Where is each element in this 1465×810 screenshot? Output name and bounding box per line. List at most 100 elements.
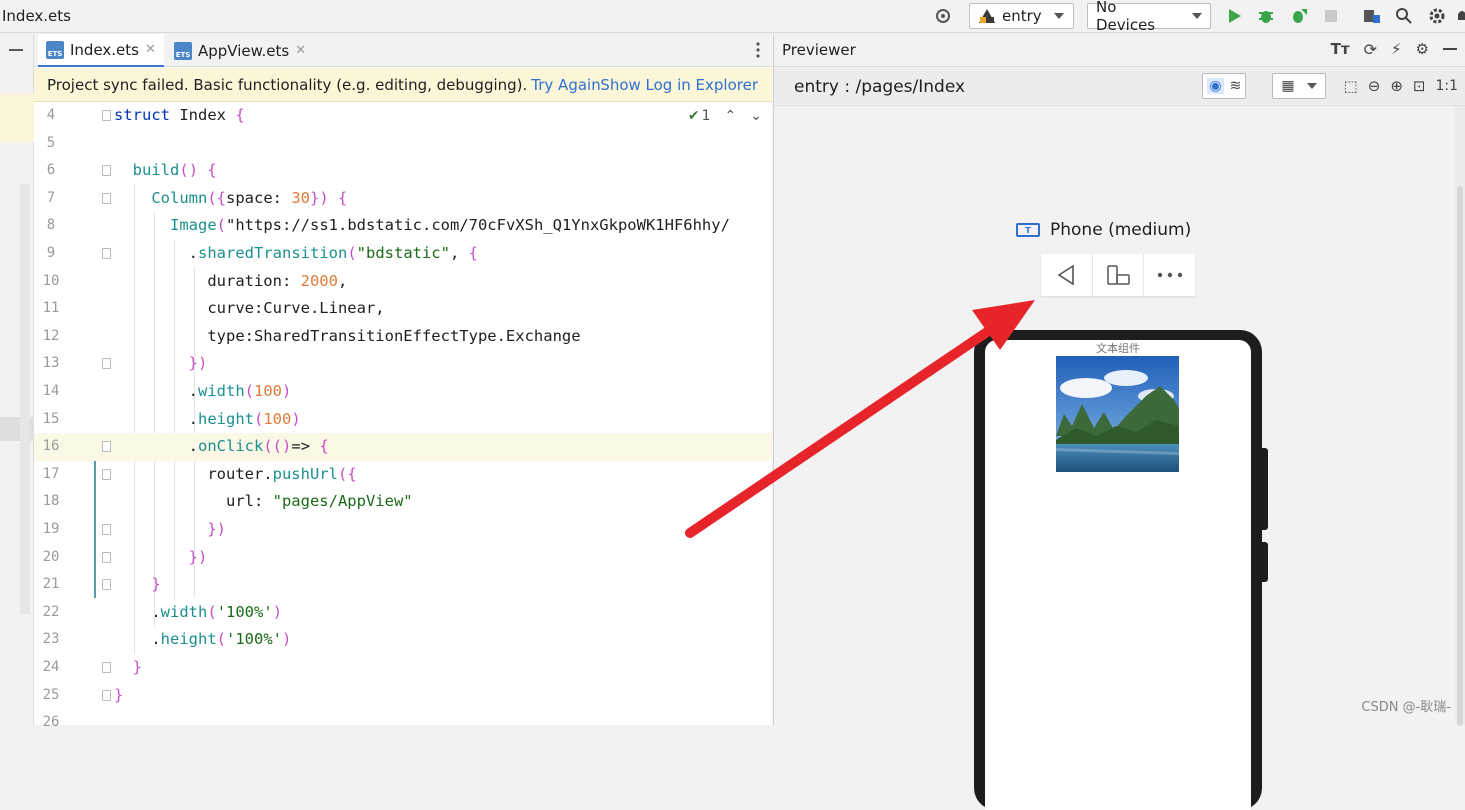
tab-index-ets[interactable]: ETS Index.ets ✕ xyxy=(38,34,164,67)
actual-size-button[interactable]: 1:1 xyxy=(1435,78,1458,94)
fold-marker-icon[interactable] xyxy=(102,579,111,590)
line-number: 23 xyxy=(34,631,68,647)
code-line[interactable]: 11 curve:Curve.Linear, xyxy=(34,295,772,323)
chevron-down-icon xyxy=(1054,13,1064,19)
fit-screen-icon[interactable]: ⊡ xyxy=(1413,77,1426,95)
line-number: 12 xyxy=(34,328,68,344)
fold-marker-icon[interactable] xyxy=(102,165,111,176)
code-text: } xyxy=(114,686,123,704)
landscape-image[interactable] xyxy=(1056,356,1179,472)
view-mode-toggle[interactable]: ◉ ≋ xyxy=(1202,73,1246,99)
fold-marker-icon[interactable] xyxy=(102,358,111,369)
code-line[interactable]: 15 .height(100) xyxy=(34,406,772,434)
fold-marker-icon[interactable] xyxy=(102,193,111,204)
code-text: Image("https://ss1.bdstatic.com/70cFvXSh… xyxy=(114,216,730,234)
frame-icon[interactable]: ⬚ xyxy=(1344,77,1358,95)
more-button[interactable] xyxy=(1144,254,1195,296)
code-line[interactable]: 4struct Index { xyxy=(34,102,772,130)
code-line[interactable]: 23 .height('100%') xyxy=(34,626,772,654)
font-size-icon[interactable]: Tт xyxy=(1331,40,1350,59)
close-icon[interactable]: ✕ xyxy=(295,43,306,58)
zoom-out-icon[interactable]: ⊖ xyxy=(1368,77,1381,95)
code-line[interactable]: 20 }) xyxy=(34,544,772,572)
more-vertical-icon[interactable] xyxy=(756,42,760,58)
module-select[interactable]: entry xyxy=(969,3,1074,29)
close-icon[interactable]: ✕ xyxy=(145,42,156,57)
line-number: 25 xyxy=(34,687,68,703)
code-line[interactable]: 6 build() { xyxy=(34,157,772,185)
gear-icon[interactable] xyxy=(1427,6,1447,26)
code-line[interactable]: 22 .width('100%') xyxy=(34,599,772,627)
line-number: 19 xyxy=(34,521,68,537)
code-line[interactable]: 9 .sharedTransition("bdstatic", { xyxy=(34,240,772,268)
code-line[interactable]: 21 } xyxy=(34,571,772,599)
preview-scrollbar[interactable] xyxy=(1455,106,1465,725)
code-area[interactable]: ✔ 1 ⌃ ⌄ 4struct Index {56 build() {7 Col… xyxy=(34,102,772,725)
device-select-value: No Devices xyxy=(1096,0,1180,34)
code-line[interactable]: 25} xyxy=(34,682,772,710)
run-icon[interactable] xyxy=(1224,6,1244,26)
code-line[interactable]: 7 Column({space: 30}) { xyxy=(34,185,772,213)
show-log-link[interactable]: Show Log in Explorer xyxy=(600,76,758,94)
preview-scrollbar-thumb[interactable] xyxy=(1457,186,1463,726)
plug-icon[interactable]: ⚡ xyxy=(1391,40,1402,59)
project-structure-icon[interactable] xyxy=(1362,6,1382,26)
code-line[interactable]: 17 router.pushUrl({ xyxy=(34,461,772,489)
code-line[interactable]: 12 type:SharedTransitionEffectType.Excha… xyxy=(34,323,772,351)
code-line[interactable]: 19 }) xyxy=(34,516,772,544)
code-line[interactable]: 8 Image("https://ss1.bdstatic.com/70cFvX… xyxy=(34,212,772,240)
fold-marker-icon[interactable] xyxy=(102,690,111,701)
inspector-icon[interactable]: ◉ xyxy=(1207,78,1223,94)
gear-icon[interactable]: ⚙ xyxy=(1416,40,1429,59)
code-text: .onClick(()=> { xyxy=(114,437,329,455)
tab-label: Index.ets xyxy=(70,41,139,59)
fold-marker-icon[interactable] xyxy=(102,662,111,673)
code-text: .height(100) xyxy=(114,410,301,428)
back-button[interactable] xyxy=(1041,254,1093,296)
tab-appview-ets[interactable]: ETS AppView.ets ✕ xyxy=(166,34,314,67)
phone-screen[interactable]: 文本组件 xyxy=(985,340,1251,810)
code-line[interactable]: 26 xyxy=(34,709,772,737)
attach-debugger-icon[interactable] xyxy=(1289,6,1309,26)
previewer-header: Previewer Tт ⟳ ⚡ ⚙ xyxy=(774,34,1465,67)
layout-dropdown[interactable]: ▦ xyxy=(1272,73,1325,99)
zoom-in-icon[interactable]: ⊕ xyxy=(1390,77,1403,95)
try-again-link[interactable]: Try Again xyxy=(531,76,600,94)
line-number: 21 xyxy=(34,576,68,592)
code-line[interactable]: 14 .width(100) xyxy=(34,378,772,406)
page-path: entry : /pages/Index xyxy=(794,77,965,97)
code-line[interactable]: 5 xyxy=(34,130,772,158)
collapse-icon[interactable] xyxy=(9,49,23,51)
minimize-icon[interactable] xyxy=(1443,48,1457,50)
fold-marker-icon[interactable] xyxy=(102,441,111,452)
code-line[interactable]: 16 .onClick(()=> { xyxy=(34,433,772,461)
line-number: 8 xyxy=(34,217,68,233)
code-line[interactable]: 18 url: "pages/AppView" xyxy=(34,488,772,516)
code-text: } xyxy=(114,658,142,676)
stop-icon[interactable] xyxy=(1321,6,1341,26)
device-select[interactable]: No Devices xyxy=(1087,3,1211,29)
line-number: 22 xyxy=(34,604,68,620)
fold-marker-icon[interactable] xyxy=(102,469,111,480)
target-icon[interactable] xyxy=(933,6,953,26)
layers-icon[interactable]: ≋ xyxy=(1230,78,1242,94)
refresh-icon[interactable]: ⟳ xyxy=(1364,40,1377,59)
code-editor[interactable]: ETS Index.ets ✕ ETS AppView.ets ✕ Projec… xyxy=(34,34,772,725)
fold-marker-icon[interactable] xyxy=(102,552,111,563)
search-icon[interactable] xyxy=(1394,6,1414,26)
line-number: 24 xyxy=(34,659,68,675)
code-text: }) xyxy=(114,548,207,566)
screen-text-component: 文本组件 xyxy=(985,340,1251,356)
code-line[interactable]: 10 duration: 2000, xyxy=(34,268,772,296)
fold-marker-icon[interactable] xyxy=(102,524,111,535)
debug-icon[interactable] xyxy=(1256,6,1276,26)
fold-marker-icon[interactable] xyxy=(102,110,111,121)
fold-marker-icon[interactable] xyxy=(102,248,111,259)
rotate-button[interactable] xyxy=(1093,254,1145,296)
code-line[interactable]: 13 }) xyxy=(34,350,772,378)
code-line[interactable]: 24 } xyxy=(34,654,772,682)
strip-scrollbar[interactable] xyxy=(20,184,30,614)
notifications-icon[interactable] xyxy=(1452,6,1465,26)
code-text: .height('100%') xyxy=(114,630,291,648)
left-tool-strip xyxy=(0,34,34,725)
